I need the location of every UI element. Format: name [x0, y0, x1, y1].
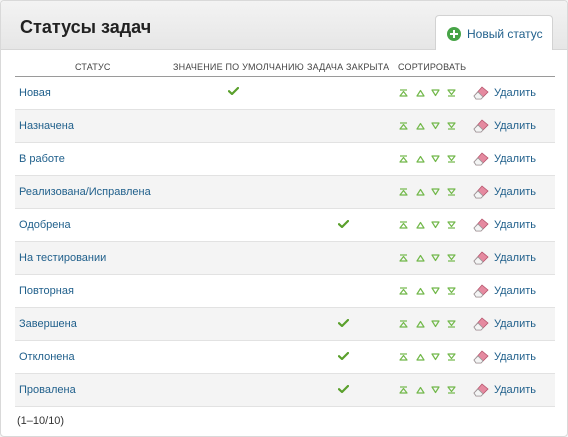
delete-link[interactable]: Удалить [494, 186, 536, 198]
new-status-label: Новый статус [467, 27, 543, 41]
table-body: Новая Удалить Назначена Удалить В работе Удал… [15, 77, 555, 407]
table-row: Назначена Удалить [15, 110, 555, 143]
move-to-top-icon[interactable] [399, 320, 408, 328]
new-status-button[interactable]: Новый статус [435, 15, 553, 50]
checkmark-icon [338, 385, 349, 393]
eraser-icon [473, 185, 489, 199]
move-down-icon[interactable] [431, 155, 440, 163]
table-row: Завершена Удалить [15, 308, 555, 341]
move-to-top-icon[interactable] [399, 155, 408, 163]
table-row: Реализована/Исправлена Удалить [15, 176, 555, 209]
move-up-icon[interactable] [416, 320, 425, 328]
move-to-top-icon[interactable] [399, 122, 408, 130]
move-down-icon[interactable] [431, 188, 440, 196]
move-to-bottom-icon[interactable] [447, 188, 456, 196]
move-to-top-icon[interactable] [399, 287, 408, 295]
move-up-icon[interactable] [416, 221, 425, 229]
page-title: Статусы задач [20, 17, 152, 37]
move-up-icon[interactable] [416, 89, 425, 97]
table-row: Повторная Удалить [15, 275, 555, 308]
status-name-link[interactable]: Провалена [19, 384, 76, 396]
table-header: Статус Значение по умолчанию Задача закр… [15, 59, 555, 77]
move-to-bottom-icon[interactable] [447, 353, 456, 361]
delete-link[interactable]: Удалить [494, 384, 536, 396]
eraser-icon [473, 317, 489, 331]
move-to-top-icon[interactable] [399, 89, 408, 97]
pagination-info: (1–10/10) [17, 415, 65, 427]
eraser-icon [473, 119, 489, 133]
table-row: Одобрена Удалить [15, 209, 555, 242]
status-name-link[interactable]: Завершена [19, 318, 77, 330]
task-statuses-panel: Статусы задач Новый статус Статус Значен… [0, 0, 568, 437]
eraser-icon [473, 383, 489, 397]
move-down-icon[interactable] [431, 89, 440, 97]
column-header-closed: Задача закрыта [307, 62, 390, 72]
move-to-bottom-icon[interactable] [447, 320, 456, 328]
move-to-bottom-icon[interactable] [447, 89, 456, 97]
move-up-icon[interactable] [416, 353, 425, 361]
delete-link[interactable]: Удалить [494, 153, 536, 165]
checkmark-icon [228, 87, 239, 95]
move-down-icon[interactable] [431, 254, 440, 262]
status-name-link[interactable]: В работе [19, 153, 65, 165]
table-row: Отклонена Удалить [15, 341, 555, 374]
move-to-top-icon[interactable] [399, 188, 408, 196]
move-up-icon[interactable] [416, 155, 425, 163]
delete-link[interactable]: Удалить [494, 351, 536, 363]
move-down-icon[interactable] [431, 353, 440, 361]
move-down-icon[interactable] [431, 386, 440, 394]
eraser-icon [473, 152, 489, 166]
eraser-icon [473, 86, 489, 100]
plus-circle-icon [447, 27, 461, 41]
move-to-bottom-icon[interactable] [447, 386, 456, 394]
eraser-icon [473, 218, 489, 232]
eraser-icon [473, 284, 489, 298]
move-down-icon[interactable] [431, 221, 440, 229]
status-name-link[interactable]: Повторная [19, 285, 74, 297]
status-name-link[interactable]: Назначена [19, 120, 74, 132]
status-name-link[interactable]: Отклонена [19, 351, 75, 363]
status-name-link[interactable]: Одобрена [19, 219, 71, 231]
delete-link[interactable]: Удалить [494, 285, 536, 297]
delete-link[interactable]: Удалить [494, 252, 536, 264]
table-row: Провалена Удалить [15, 374, 555, 407]
statuses-table: Статус Значение по умолчанию Задача закр… [15, 59, 555, 407]
eraser-icon [473, 350, 489, 364]
column-header-default: Значение по умолчанию [173, 62, 304, 72]
table-row: В работе Удалить [15, 143, 555, 176]
move-up-icon[interactable] [416, 188, 425, 196]
checkmark-icon [338, 352, 349, 360]
status-name-link[interactable]: Новая [19, 87, 51, 99]
move-up-icon[interactable] [416, 287, 425, 295]
status-name-link[interactable]: Реализована/Исправлена [19, 186, 151, 198]
table-row: На тестировании Удалить [15, 242, 555, 275]
checkmark-icon [338, 319, 349, 327]
move-to-top-icon[interactable] [399, 386, 408, 394]
move-to-bottom-icon[interactable] [447, 254, 456, 262]
move-to-top-icon[interactable] [399, 353, 408, 361]
move-to-bottom-icon[interactable] [447, 221, 456, 229]
move-to-top-icon[interactable] [399, 254, 408, 262]
move-to-bottom-icon[interactable] [447, 122, 456, 130]
delete-link[interactable]: Удалить [494, 318, 536, 330]
delete-link[interactable]: Удалить [494, 120, 536, 132]
move-down-icon[interactable] [431, 287, 440, 295]
checkmark-icon [338, 220, 349, 228]
move-up-icon[interactable] [416, 386, 425, 394]
delete-link[interactable]: Удалить [494, 219, 536, 231]
delete-link[interactable]: Удалить [494, 87, 536, 99]
move-to-bottom-icon[interactable] [447, 287, 456, 295]
move-to-bottom-icon[interactable] [447, 155, 456, 163]
move-to-top-icon[interactable] [399, 221, 408, 229]
move-up-icon[interactable] [416, 254, 425, 262]
status-name-link[interactable]: На тестировании [19, 252, 106, 264]
table-row: Новая Удалить [15, 77, 555, 110]
panel-header: Статусы задач Новый статус [1, 1, 567, 50]
eraser-icon [473, 251, 489, 265]
column-header-status: Статус [75, 62, 111, 72]
column-header-sort: Сортировать [398, 62, 467, 72]
move-up-icon[interactable] [416, 122, 425, 130]
move-down-icon[interactable] [431, 320, 440, 328]
move-down-icon[interactable] [431, 122, 440, 130]
